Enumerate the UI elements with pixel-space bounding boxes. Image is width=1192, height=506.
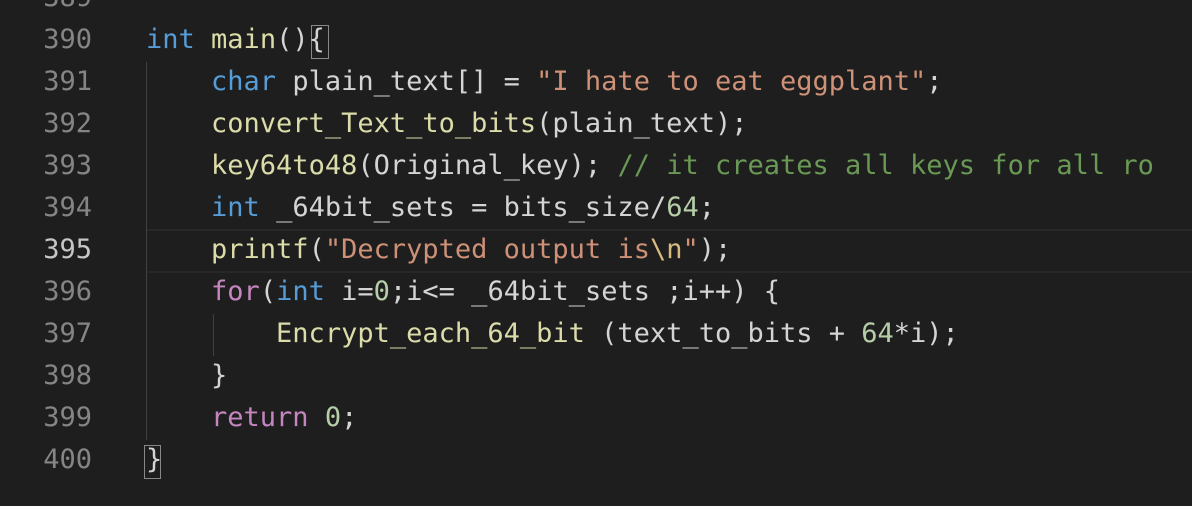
code-token: i= [324,276,374,307]
code-token: 64 [666,192,699,223]
code-line[interactable]: 395 printf("Decrypted output is\n"); [0,229,1192,271]
code-token: return [211,402,309,433]
code-line[interactable]: 391 char plain_text[] = "I hate to eat e… [0,61,1192,103]
code-text[interactable]: } [146,355,227,397]
code-text[interactable]: convert_Text_to_bits(plain_text); [146,103,747,145]
code-token: (plain_text); [536,108,748,139]
code-token: plain_text[] = [276,66,537,97]
line-number: 389 [0,0,92,19]
code-token: 64 [861,318,894,349]
line-number: 391 [43,66,92,97]
code-token: key64to48 [211,150,358,181]
code-token: printf [211,234,309,265]
code-token: " [682,234,699,265]
code-line[interactable]: 396 for(int i=0;i<= _64bit_sets ;i++) { [0,271,1192,313]
code-token: *i); [893,318,959,349]
code-token: char [211,66,277,97]
code-text[interactable]: char plain_text[] = "I hate to eat eggpl… [146,61,943,103]
code-editor[interactable]: 389390int main(){391 char plain_text[] =… [0,0,1192,506]
code-token: int [146,24,195,55]
code-token: ( [259,276,277,307]
code-token: // it creates all keys for all ro [617,150,1154,181]
line-number: 393 [43,150,92,181]
code-text[interactable]: for(int i=0;i<= _64bit_sets ;i++) { [146,271,780,313]
code-token: ( [308,234,325,265]
line-number: 395 [43,234,92,265]
code-line[interactable]: 398 } [0,355,1192,397]
line-number: 399 [43,402,92,433]
code-token: int [211,192,260,223]
code-text[interactable]: printf("Decrypted output is\n"); [146,229,731,271]
code-token: _64bit_sets = bits_size/ [259,192,667,223]
code-token: ; [341,402,358,433]
line-number: 390 [43,24,92,55]
code-text[interactable]: Encrypt_each_64_bit (text_to_bits + 64*i… [146,313,959,355]
code-line[interactable]: 400} [0,439,1192,481]
code-token: { [308,24,325,55]
code-token: ; [926,66,943,97]
code-token: ); [698,234,732,265]
code-token: (Original_key); [357,150,618,181]
line-number: 397 [43,318,92,349]
code-token: convert_Text_to_bits [211,108,537,139]
code-token: } [146,444,163,475]
code-line[interactable]: 392 convert_Text_to_bits(plain_text); [0,103,1192,145]
line-number: 400 [43,444,92,475]
code-token: } [146,360,228,391]
code-token: Encrypt_each_64_bit [276,318,585,349]
code-line[interactable]: 390 int main(){ [0,19,1192,61]
code-token: () [276,24,309,55]
code-line[interactable]: 394 int _64bit_sets = bits_size/64; [0,187,1192,229]
code-token: ; [698,192,715,223]
code-token: ;i<= _64bit_sets ;i++) { [389,276,781,307]
line-number: 392 [43,108,92,139]
code-token: \n [649,234,683,265]
code-line[interactable]: 399 return 0; [0,397,1192,439]
line-number: 398 [43,360,92,391]
code-line-partial: 389 [0,0,1192,19]
code-text[interactable]: } [146,439,162,481]
code-text[interactable]: int main(){ [146,19,325,61]
code-token: main [211,24,277,55]
code-text[interactable]: return 0; [146,397,357,439]
code-token: int [276,276,325,307]
code-token: 0 [373,276,390,307]
code-token: "I hate to eat eggplant" [536,66,927,97]
code-token: 0 [324,402,342,433]
code-text[interactable]: key64to48(Original_key); // it creates a… [146,145,1154,187]
code-token: for [211,276,260,307]
line-number: 396 [43,276,92,307]
code-line[interactable]: 397 Encrypt_each_64_bit (text_to_bits + … [0,313,1192,355]
code-line[interactable]: 393 key64to48(Original_key); // it creat… [0,145,1192,187]
code-token: "Decrypted output is [324,234,650,265]
line-number: 394 [43,192,92,223]
code-text[interactable]: int _64bit_sets = bits_size/64; [146,187,715,229]
code-token: (text_to_bits + [584,318,862,349]
